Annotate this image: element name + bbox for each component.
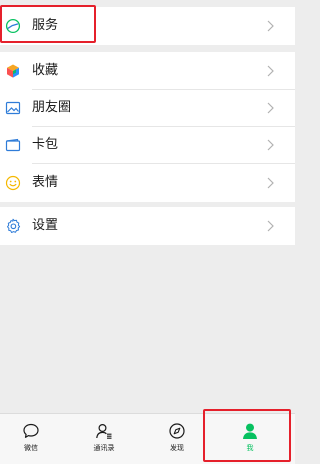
features-group: 收藏 朋友圈 卡包 表情 bbox=[0, 52, 295, 202]
services-highlight-box bbox=[0, 5, 96, 43]
menu-item-stickers[interactable]: 表情 bbox=[0, 164, 295, 202]
chevron-right-icon bbox=[267, 20, 274, 32]
me-tab-highlight-box bbox=[203, 409, 291, 462]
tab-chats[interactable]: 微信 bbox=[1, 414, 61, 464]
settings-gear-icon bbox=[5, 218, 21, 234]
settings-group: 设置 bbox=[0, 207, 295, 245]
menu-item-settings[interactable]: 设置 bbox=[0, 207, 295, 245]
menu-item-label-cards: 卡包 bbox=[32, 137, 59, 152]
chevron-right-icon bbox=[267, 65, 274, 77]
menu-item-label-stickers: 表情 bbox=[32, 175, 59, 190]
tab-label-chats: 微信 bbox=[24, 444, 38, 452]
menu-item-cards[interactable]: 卡包 bbox=[0, 126, 295, 164]
menu-item-favorites[interactable]: 收藏 bbox=[0, 52, 295, 90]
compass-icon bbox=[168, 422, 186, 440]
tab-contacts[interactable]: 通讯录 bbox=[74, 414, 134, 464]
chat-bubble-icon bbox=[22, 422, 40, 440]
sticker-smiley-icon bbox=[5, 175, 21, 191]
tab-discover[interactable]: 发现 bbox=[147, 414, 207, 464]
chevron-right-icon bbox=[267, 139, 274, 151]
favorites-cube-icon bbox=[5, 63, 21, 79]
moments-picture-icon bbox=[5, 100, 21, 116]
menu-item-label-settings: 设置 bbox=[32, 218, 59, 233]
chevron-right-icon bbox=[267, 220, 274, 232]
tab-label-contacts: 通讯录 bbox=[93, 444, 115, 452]
tab-label-discover: 发现 bbox=[170, 444, 184, 452]
contacts-icon bbox=[95, 422, 113, 440]
chevron-right-icon bbox=[267, 177, 274, 189]
card-wallet-icon bbox=[5, 137, 21, 153]
menu-item-label-moments: 朋友圈 bbox=[32, 100, 72, 115]
menu-item-label-favorites: 收藏 bbox=[32, 63, 59, 78]
menu-item-moments[interactable]: 朋友圈 bbox=[0, 89, 295, 127]
chevron-right-icon bbox=[267, 102, 274, 114]
